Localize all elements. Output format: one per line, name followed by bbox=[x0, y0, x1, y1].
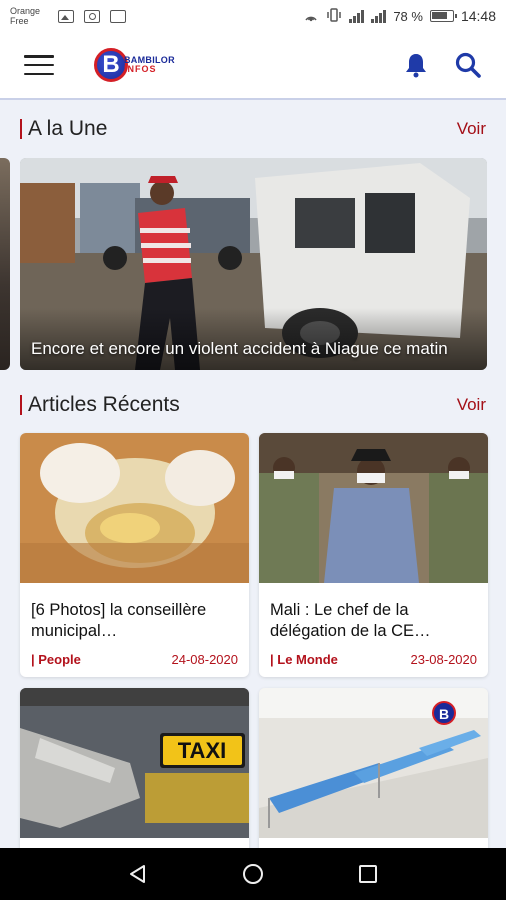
battery-icon bbox=[429, 10, 457, 22]
logo-text-secondary: INFOS bbox=[124, 64, 157, 74]
signal-icon bbox=[349, 9, 365, 23]
article-category[interactable]: | People bbox=[31, 652, 81, 667]
article-card[interactable]: TAXI bbox=[20, 688, 249, 858]
featured-see-all-link[interactable]: Voir bbox=[457, 119, 486, 139]
previous-slide-peek[interactable] bbox=[0, 158, 10, 370]
app-logo[interactable]: B BAMBILOR INFOS bbox=[94, 47, 175, 83]
article-title: [6 Photos] la conseillère municipal… bbox=[31, 601, 207, 640]
clock: 14:48 bbox=[460, 8, 496, 24]
system-navigation-bar bbox=[0, 848, 506, 900]
article-card[interactable]: B bbox=[259, 688, 488, 858]
home-icon[interactable] bbox=[238, 859, 268, 889]
recent-apps-icon[interactable] bbox=[353, 859, 383, 889]
recent-section-header: Articles Récents Voir bbox=[20, 393, 486, 417]
section-title: A la Une bbox=[28, 117, 108, 140]
carrier-name: Orange Free bbox=[10, 6, 41, 26]
article-date: 23-08-2020 bbox=[410, 652, 478, 667]
article-title: Mali : Le chef de la délégation de la CE… bbox=[270, 601, 431, 640]
article-thumbnail bbox=[20, 433, 249, 583]
logo-mark: B bbox=[94, 48, 128, 82]
article-thumbnail: B bbox=[259, 688, 488, 838]
vibrate-icon bbox=[326, 7, 342, 25]
section-accent-bar bbox=[20, 119, 22, 139]
bell-icon[interactable] bbox=[402, 51, 430, 79]
article-date: 24-08-2020 bbox=[171, 652, 239, 667]
featured-section-header: A la Une Voir bbox=[20, 117, 486, 141]
menu-icon[interactable] bbox=[24, 55, 54, 75]
activity-notification-icon bbox=[110, 9, 126, 23]
watermark-logo: B bbox=[439, 706, 449, 722]
battery-percent: 78 % bbox=[393, 8, 423, 24]
signal-icon-2 bbox=[371, 9, 387, 23]
recent-see-all-link[interactable]: Voir bbox=[457, 395, 486, 415]
status-bar: Orange Free 78 % 14:48 bbox=[0, 0, 506, 32]
hotspot-icon bbox=[303, 8, 319, 25]
app-bar: B BAMBILOR INFOS bbox=[0, 32, 506, 100]
camera-notification-icon bbox=[84, 9, 100, 23]
article-card[interactable]: [6 Photos] la conseillère municipal… | P… bbox=[20, 433, 249, 677]
back-icon[interactable] bbox=[123, 859, 153, 889]
section-accent-bar bbox=[20, 395, 22, 415]
taxi-sign-text: TAXI bbox=[178, 738, 226, 763]
article-thumbnail: TAXI bbox=[20, 688, 249, 838]
featured-article-card[interactable]: Encore et encore un violent accident à N… bbox=[20, 158, 487, 370]
search-icon[interactable] bbox=[454, 51, 482, 79]
article-category[interactable]: | Le Monde bbox=[270, 652, 338, 667]
image-notification-icon bbox=[58, 9, 74, 23]
featured-article-caption: Encore et encore un violent accident à N… bbox=[31, 339, 448, 358]
article-card[interactable]: Mali : Le chef de la délégation de la CE… bbox=[259, 433, 488, 677]
section-title: Articles Récents bbox=[28, 393, 180, 416]
article-thumbnail bbox=[259, 433, 488, 583]
